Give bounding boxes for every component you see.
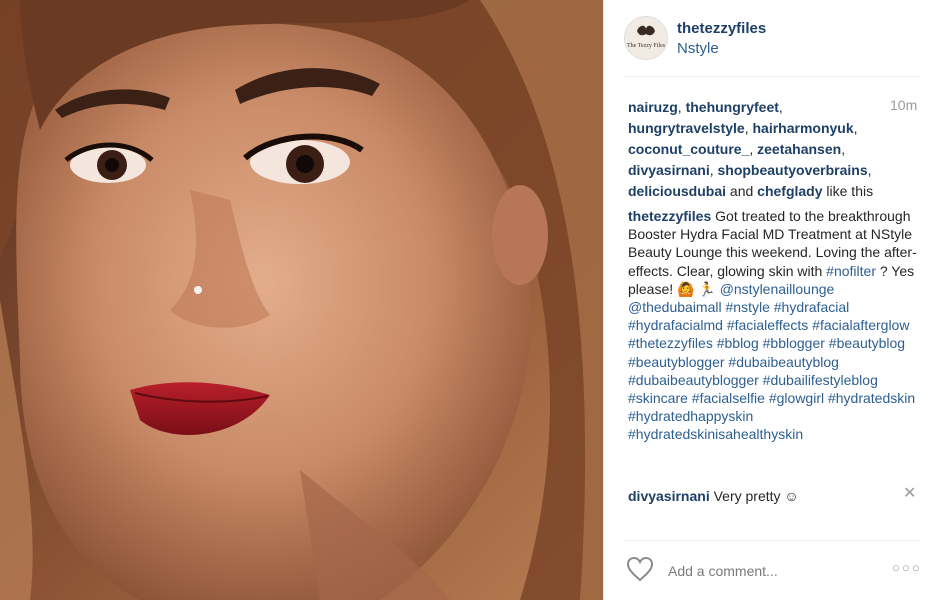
post-caption: thetezzyfiles Got treated to the breakth… — [628, 207, 918, 444]
add-comment-bar: ○○○ — [624, 540, 924, 600]
header-divider — [624, 76, 920, 77]
like-user[interactable]: thehungryfeet — [686, 99, 779, 115]
avatar-logo-icon: The Tezzy Files — [625, 17, 667, 59]
add-comment-input[interactable] — [666, 560, 850, 582]
hashtag-link[interactable]: #nofilter — [826, 263, 876, 279]
more-options-icon[interactable]: ○○○ — [892, 561, 920, 574]
heart-icon[interactable] — [626, 556, 654, 582]
post-header: The Tezzy Files thetezzyfiles Nstyle — [604, 0, 940, 76]
like-user[interactable]: hairharmonyuk — [753, 120, 854, 136]
post-photo[interactable] — [0, 0, 603, 600]
like-user[interactable]: hungrytravelstyle — [628, 120, 745, 136]
like-user[interactable]: shopbeautyoverbrains — [717, 162, 867, 178]
likes-suffix: like this — [826, 183, 874, 199]
like-user[interactable]: divyasirnani — [628, 162, 710, 178]
author-avatar[interactable]: The Tezzy Files — [624, 16, 668, 60]
like-user[interactable]: zeetahansen — [757, 141, 841, 157]
comment-username[interactable]: divyasirnani — [628, 488, 710, 504]
post-details-panel: The Tezzy Files thetezzyfiles Nstyle nai… — [604, 0, 940, 600]
caption-emoji: 🏃 — [698, 280, 716, 297]
likes-and: and — [729, 183, 754, 199]
avatar-text: The Tezzy Files — [627, 43, 666, 49]
post-location[interactable]: Nstyle — [677, 40, 719, 57]
like-user[interactable]: coconut_couture_ — [628, 141, 749, 157]
selfie-image — [0, 0, 603, 600]
like-user[interactable]: chefglady — [757, 183, 822, 199]
author-username[interactable]: thetezzyfiles — [677, 20, 766, 37]
comment-item: divyasirnani Very pretty ☺ — [628, 486, 888, 506]
post-time[interactable]: 10m — [890, 97, 917, 113]
like-user[interactable]: deliciousdubai — [628, 183, 726, 199]
caption-username[interactable]: thetezzyfiles — [628, 208, 711, 224]
caption-hashtags[interactable]: #nstyle #hydrafacial #hydrafacialmd #fac… — [628, 299, 915, 442]
like-user[interactable]: nairuzg — [628, 99, 678, 115]
likes-list: nairuzg, thehungryfeet, hungrytravelstyl… — [628, 99, 874, 199]
comment-text: Very pretty ☺ — [713, 488, 799, 504]
close-icon[interactable]: ✕ — [903, 486, 917, 502]
